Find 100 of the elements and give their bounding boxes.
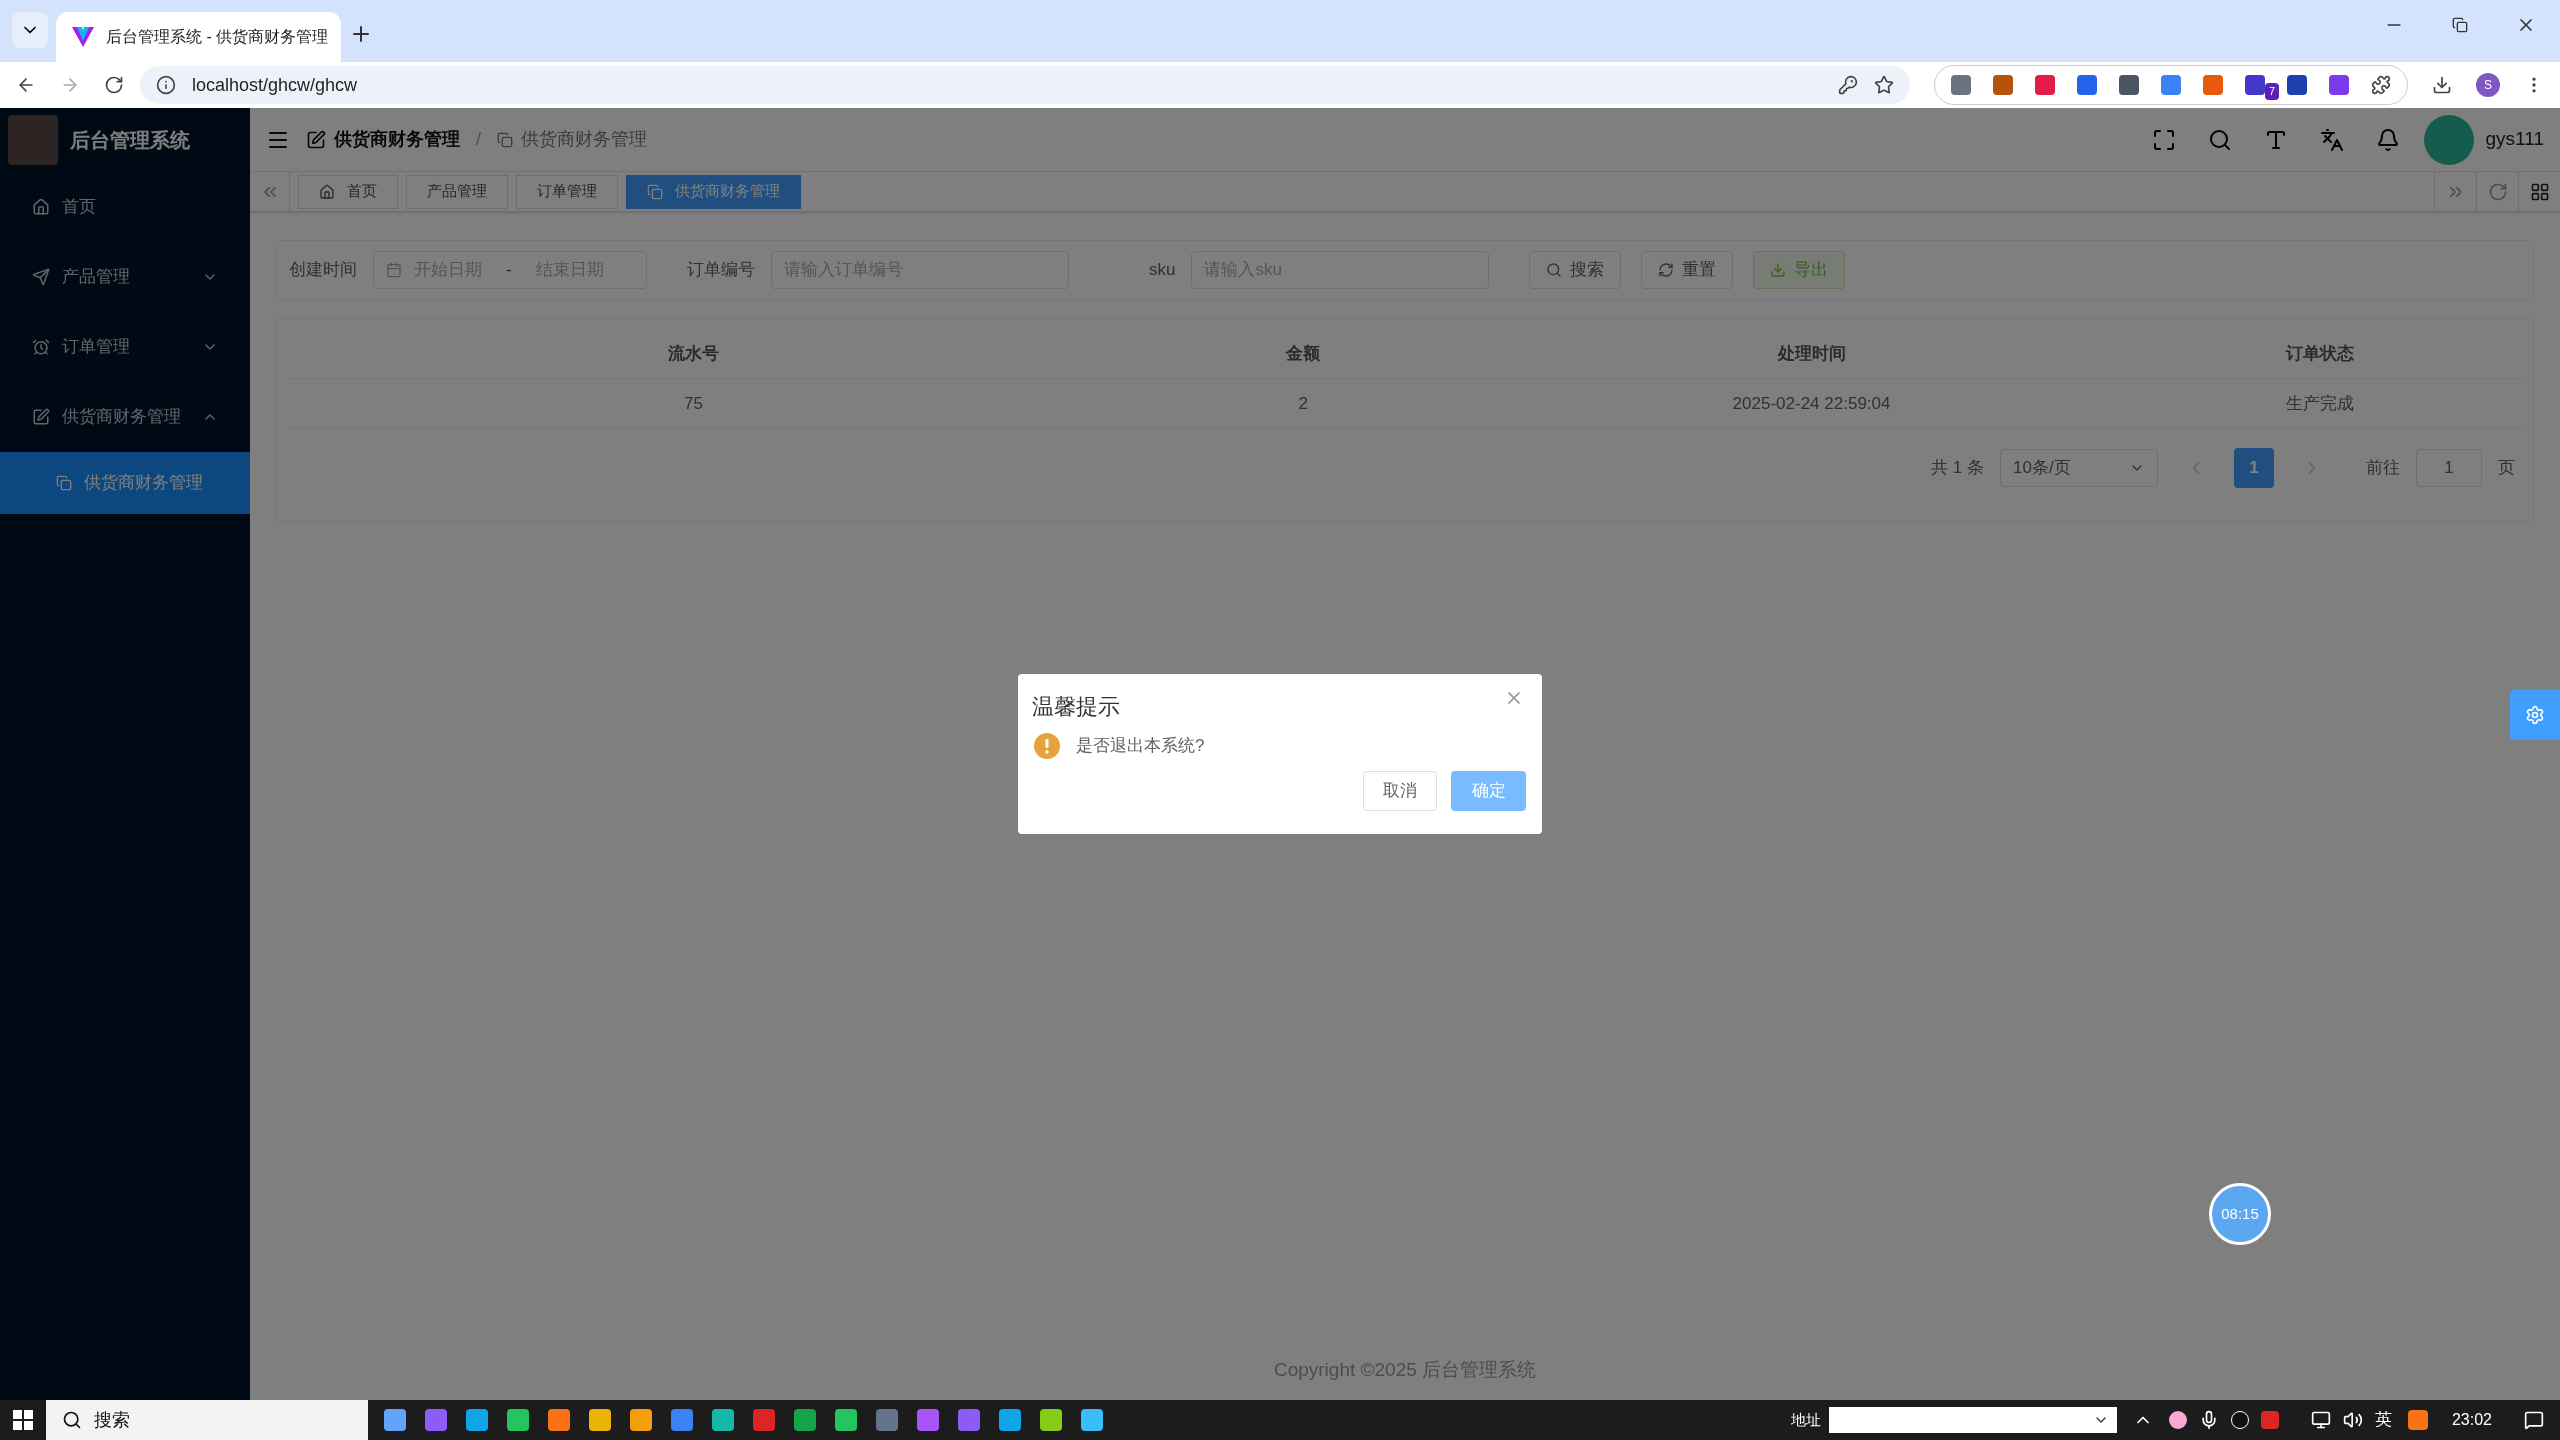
table-cell-text: 2 <box>1298 392 1309 415</box>
search-icon[interactable] <box>2207 127 2232 152</box>
network-icon[interactable] <box>2310 1410 2331 1430</box>
bookmark-icon[interactable] <box>1874 75 1894 95</box>
tag-tab[interactable]: 产品管理 <box>406 174 508 209</box>
column-header: 流水号 <box>668 342 720 365</box>
clock[interactable]: 23:02 <box>2451 1408 2492 1432</box>
username[interactable]: gys111 <box>2485 125 2544 154</box>
taskbar-app-icon[interactable] <box>630 1409 652 1431</box>
refresh-icon <box>1658 262 1675 278</box>
edit-icon <box>306 129 326 150</box>
settings-icon <box>2525 705 2545 725</box>
extension-icon[interactable] <box>1951 75 1971 95</box>
settings-button[interactable] <box>2510 690 2560 740</box>
translate-icon[interactable] <box>2319 127 2344 152</box>
taskbar-search-field[interactable]: 搜索 <box>46 1400 368 1440</box>
extension-icon[interactable] <box>1993 75 2013 95</box>
tag-tab[interactable]: 订单管理 <box>516 174 618 209</box>
ime-indicator[interactable]: 英 <box>2374 1407 2392 1433</box>
taskbar-app-icon[interactable] <box>425 1409 447 1431</box>
extension-icon[interactable] <box>2329 75 2349 95</box>
taskbar-app-icon[interactable] <box>384 1409 406 1431</box>
confirm-button[interactable]: 确定 <box>1451 771 1526 811</box>
document-icon <box>497 131 513 148</box>
extension-icon[interactable] <box>2077 75 2097 95</box>
goto-label: 前往 <box>2366 457 2400 480</box>
home-icon <box>32 198 50 216</box>
page-size-select[interactable]: 10条/页 <box>2000 449 2158 487</box>
tag-tab[interactable]: 首页 <box>298 174 398 209</box>
notification-icon[interactable] <box>2524 1410 2544 1430</box>
taskbar-app-icon[interactable] <box>753 1409 775 1431</box>
tray-app-icon[interactable] <box>2407 1410 2428 1430</box>
taskbar-app-icon[interactable] <box>794 1409 816 1431</box>
extension-icon[interactable] <box>2035 75 2055 95</box>
taskbar-app-icon[interactable] <box>589 1409 611 1431</box>
breadcrumb-link[interactable]: 供货商财务管理 <box>334 126 460 153</box>
goto-suffix: 页 <box>2498 457 2515 480</box>
volume-icon[interactable] <box>2342 1410 2363 1430</box>
sidebar-item[interactable]: 产品管理 <box>0 242 250 312</box>
taskbar-app-icon[interactable] <box>999 1409 1021 1431</box>
calendar-icon <box>386 262 402 278</box>
taskbar-app-icon[interactable] <box>1040 1409 1062 1431</box>
address-field[interactable]: localhost/ghcw/ghcw <box>140 66 1910 104</box>
browser-tab[interactable]: 后台管理系统 - 供货商财务管理 <box>56 12 341 62</box>
download-icon <box>1770 262 1787 278</box>
reset-button[interactable]: 重置 <box>1641 251 1734 289</box>
taskbar-app-icon[interactable] <box>876 1409 898 1431</box>
taskbar-app-icon[interactable] <box>917 1409 939 1431</box>
tray-app-icon[interactable] <box>2168 1411 2187 1429</box>
table-cell-text: 生产完成 <box>2285 392 2354 415</box>
download-icon[interactable] <box>2432 75 2452 95</box>
reload-icon[interactable] <box>104 75 124 95</box>
home-icon <box>319 183 335 200</box>
edit-icon <box>32 408 50 426</box>
address-toolbar-field[interactable] <box>1828 1407 2117 1433</box>
extension-icon[interactable] <box>2119 75 2139 95</box>
tray-app-icon[interactable] <box>2230 1411 2249 1429</box>
filter-label: 创建时间 <box>289 259 357 282</box>
taskbar-app-icon[interactable] <box>958 1409 980 1431</box>
grid-icon[interactable] <box>2529 181 2550 202</box>
restore-icon[interactable] <box>2452 17 2468 33</box>
goto-page-field[interactable]: 1 <box>2416 449 2482 487</box>
send-icon <box>32 268 50 286</box>
taskbar-app-icon[interactable] <box>507 1409 529 1431</box>
fullscreen-icon[interactable] <box>2151 127 2176 152</box>
taskbar-app-icon[interactable] <box>712 1409 734 1431</box>
taskbar-app-icon[interactable] <box>548 1409 570 1431</box>
bell-icon[interactable] <box>2375 127 2400 152</box>
extension-icon[interactable] <box>2161 75 2181 95</box>
warning-icon <box>1034 733 1060 759</box>
cancel-button[interactable]: 取消 <box>1363 771 1437 811</box>
sidebar-subitem[interactable]: 供货商财务管理 <box>0 452 250 514</box>
sidebar-item[interactable]: 首页 <box>0 172 250 242</box>
extension-icon[interactable] <box>2203 75 2223 95</box>
page-button[interactable]: 1 <box>2234 448 2274 488</box>
sidebar-item[interactable]: 供货商财务管理 <box>0 382 250 452</box>
tag-tab[interactable]: 供货商财务管理 <box>626 174 801 209</box>
dialog-title: 温馨提示 <box>1032 693 1120 721</box>
taskbar-app-icon[interactable] <box>671 1409 693 1431</box>
taskbar-search-placeholder: 搜索 <box>94 1408 130 1432</box>
alarm-clock-icon <box>32 338 50 356</box>
extensions-icon[interactable] <box>2371 75 2391 95</box>
sidebar-item[interactable]: 订单管理 <box>0 312 250 382</box>
extension-icon[interactable] <box>2245 75 2265 95</box>
search-button[interactable]: 搜索 <box>1529 251 1622 289</box>
taskbar-app-icon[interactable] <box>1081 1409 1103 1431</box>
taskbar-app-icon[interactable] <box>835 1409 857 1431</box>
refresh-icon[interactable] <box>2487 181 2508 202</box>
breadcrumb-separator: / <box>476 128 481 151</box>
taskbar-app-icon[interactable] <box>466 1409 488 1431</box>
v-logo-icon <box>72 27 94 47</box>
table-cell-text: 75 <box>684 392 703 415</box>
extension-icon[interactable] <box>2287 75 2307 95</box>
document-icon <box>647 183 663 200</box>
key-icon[interactable] <box>1838 75 1858 95</box>
extension-badge: 7 <box>2265 83 2280 100</box>
table-cell-text: 2025-02-24 22:59:04 <box>1732 392 1891 415</box>
column-header: 处理时间 <box>1777 342 1846 365</box>
filter-label: sku <box>1149 259 1176 282</box>
profile-avatar[interactable]: S <box>2476 73 2500 97</box>
